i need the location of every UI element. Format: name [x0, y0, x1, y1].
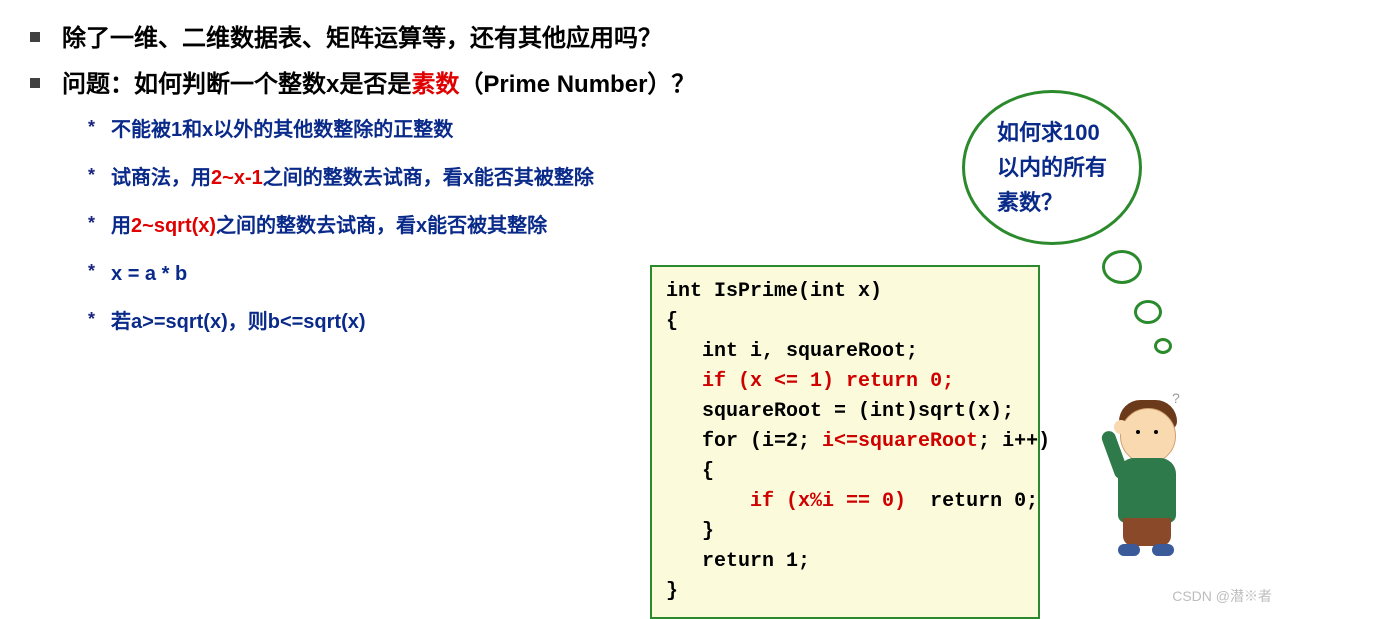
star-bullet-icon: *	[88, 261, 95, 282]
thinking-person-illustration: ?	[1092, 400, 1212, 580]
sub-text: 不能被1和x以外的其他数整除的正整数	[111, 115, 453, 145]
star-bullet-icon: *	[88, 213, 95, 234]
bubble-main: 如何求100 以内的所有 素数？	[962, 90, 1142, 245]
bullet-text: 除了一维、二维数据表、矩阵运算等，还有其他应用吗？	[62, 20, 662, 58]
thought-bubble: 如何求100 以内的所有 素数？	[962, 90, 1182, 245]
watermark-text: CSDN @潜※者	[1172, 586, 1272, 606]
highlight-prime: 素数	[411, 71, 459, 98]
square-bullet-icon	[30, 78, 40, 88]
star-bullet-icon: *	[88, 309, 95, 330]
sub-text: x = a * b	[111, 259, 187, 289]
sub-text: 用2~sqrt(x)之间的整数去试商，看x能否被其整除	[111, 211, 547, 241]
bubble-trail-icon	[1134, 300, 1162, 324]
main-bullet-item: 除了一维、二维数据表、矩阵运算等，还有其他应用吗？	[30, 20, 1352, 58]
sub-text: 试商法，用2~x-1之间的整数去试商，看x能否其被整除	[111, 163, 594, 193]
code-block: int IsPrime(int x) { int i, squareRoot; …	[650, 265, 1040, 619]
bubble-text: 如何求100 以内的所有 素数？	[997, 115, 1107, 221]
star-bullet-icon: *	[88, 165, 95, 186]
sub-text: 若a>=sqrt(x)，则b<=sqrt(x)	[111, 307, 366, 337]
star-bullet-icon: *	[88, 117, 95, 138]
confusion-icon: ?	[1172, 390, 1180, 406]
bubble-trail-icon	[1154, 338, 1172, 354]
bullet-text: 问题：如何判断一个整数x是否是素数（Prime Number）？	[62, 66, 695, 104]
bubble-trail-icon	[1102, 250, 1142, 284]
square-bullet-icon	[30, 32, 40, 42]
